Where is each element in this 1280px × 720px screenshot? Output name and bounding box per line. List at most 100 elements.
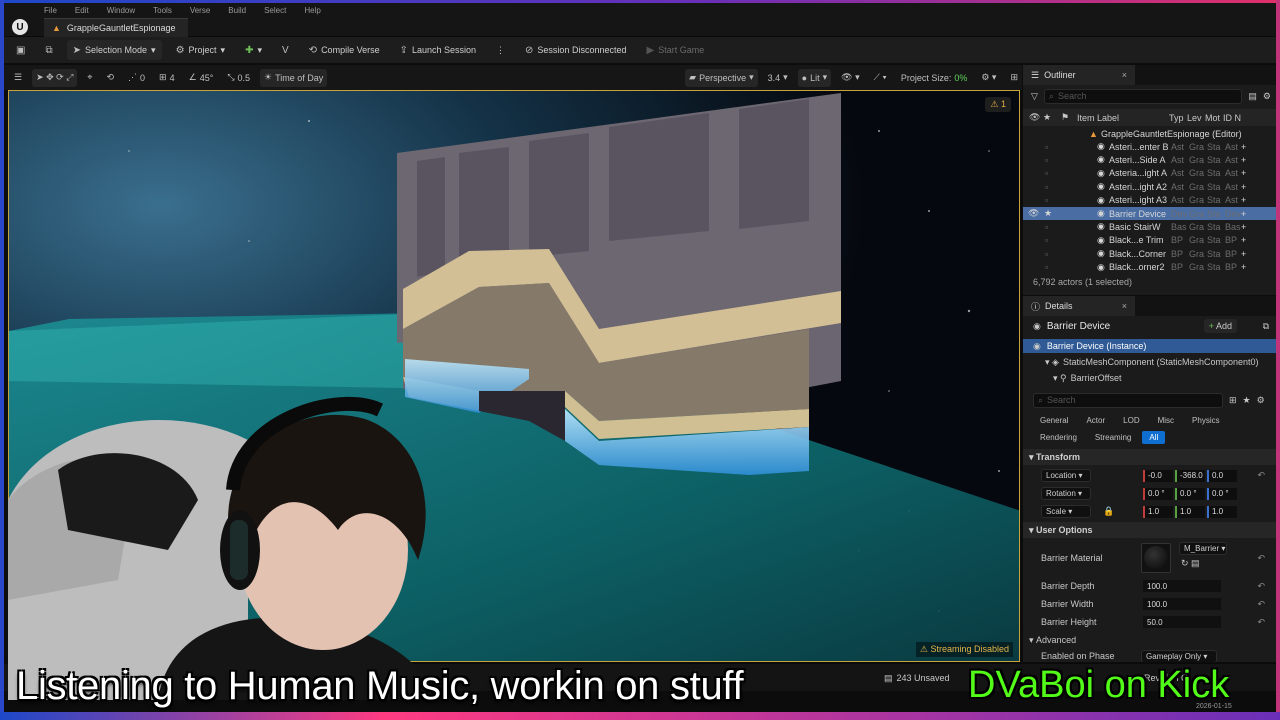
material-thumbnail[interactable] bbox=[1141, 543, 1171, 573]
unsaved-indicator[interactable]: ▤ 243 Unsaved bbox=[884, 673, 950, 684]
menu-help[interactable]: Help bbox=[304, 6, 320, 15]
advanced-section-header[interactable]: ▾ Advanced bbox=[1023, 633, 1276, 647]
angle-snap-button[interactable]: ∠ 45° bbox=[185, 69, 218, 87]
visibility-dot-icon[interactable]: ▫ bbox=[1045, 235, 1048, 245]
barrier-height-input[interactable]: 50.0 bbox=[1143, 616, 1221, 628]
details-tab[interactable]: ⓘ Details × bbox=[1023, 296, 1135, 316]
col-id[interactable]: ID N bbox=[1223, 113, 1241, 123]
component-row[interactable]: ▾ ◈ StaticMeshComponent (StaticMeshCompo… bbox=[1023, 355, 1276, 369]
pin-icon[interactable]: ★ bbox=[1044, 208, 1052, 219]
compile-verse-button[interactable]: ⟲ Compile Verse bbox=[303, 40, 386, 60]
add-icon[interactable]: + bbox=[1241, 155, 1246, 165]
visibility-dot-icon[interactable]: ▫ bbox=[1045, 249, 1048, 259]
outliner-row[interactable]: ▫ ◉ Asteri...ight A2 Ast Gra Sta Ast + bbox=[1023, 180, 1277, 193]
offset-row[interactable]: ▾ ⚲ BarrierOffset bbox=[1023, 371, 1276, 385]
instance-row[interactable]: ◉ Barrier Device (Instance) bbox=[1023, 339, 1276, 353]
outliner-tab[interactable]: ☰ Outliner × bbox=[1023, 65, 1135, 85]
outliner-root-row[interactable]: ▲ GrappleGauntletEspionage (Editor) bbox=[1023, 127, 1277, 140]
outliner-search-input[interactable]: ⌕ Search bbox=[1043, 88, 1243, 104]
reset-arrow-icon[interactable]: ↶ bbox=[1257, 553, 1265, 564]
lit-button[interactable]: ● Lit ▾ bbox=[797, 68, 832, 87]
reset-arrow-icon[interactable]: ↶ bbox=[1257, 470, 1265, 481]
settings-icon[interactable]: ⚙ bbox=[1263, 91, 1271, 102]
category-streaming[interactable]: Streaming bbox=[1088, 431, 1138, 444]
rotation-z[interactable]: 0.0 ° bbox=[1207, 487, 1237, 500]
outliner-row[interactable]: ▫ ◉ Black...e Trim BP Gra Sta BP + bbox=[1023, 234, 1277, 247]
select-tool-button[interactable]: ➤ ✥ ⟳ ⤢ bbox=[32, 68, 78, 87]
menu-build[interactable]: Build bbox=[228, 6, 246, 15]
add-icon[interactable]: + bbox=[1241, 168, 1246, 178]
add-icon[interactable]: + bbox=[1241, 222, 1246, 232]
outliner-row[interactable]: ▫ ◉ Asteria...ight A Ast Gra Sta Ast + bbox=[1023, 167, 1277, 180]
category-all[interactable]: All bbox=[1142, 430, 1166, 444]
outliner-row[interactable]: ▫ ◉ Asteri...enter B Ast Gra Sta Ast + bbox=[1023, 140, 1277, 153]
start-game-button[interactable]: ▶ Start Game bbox=[640, 40, 710, 60]
barrier-width-input[interactable]: 100.0 bbox=[1143, 598, 1221, 610]
visibility-dot-icon[interactable]: ▫ bbox=[1045, 155, 1048, 165]
reset-arrow-icon[interactable]: ↶ bbox=[1257, 617, 1265, 628]
visibility-dot-icon[interactable]: ▫ bbox=[1045, 142, 1048, 152]
close-icon[interactable]: × bbox=[1122, 301, 1127, 311]
blueprint-icon[interactable]: ⧉ bbox=[1263, 321, 1269, 332]
visibility-dot-icon[interactable]: ▫ bbox=[1045, 262, 1048, 272]
add-icon[interactable]: + bbox=[1241, 209, 1246, 219]
category-rendering[interactable]: Rendering bbox=[1033, 431, 1084, 444]
location-z[interactable]: 0.0 bbox=[1207, 469, 1237, 482]
outliner-row[interactable]: ▫ ◉ Black...orner2 BP Gra Sta BP + bbox=[1023, 261, 1277, 274]
location-dropdown[interactable]: Location ▾ bbox=[1041, 469, 1091, 482]
rotation-x[interactable]: 0.0 ° bbox=[1143, 487, 1173, 500]
folder-add-icon[interactable]: ▤ bbox=[1248, 91, 1257, 102]
add-actor-button[interactable]: ✚ ▾ bbox=[239, 40, 268, 60]
camera-speed-button[interactable]: 3.4 ▾ bbox=[764, 69, 792, 87]
outliner-row[interactable]: 👁 ★ ◉ Barrier Device Dev Gra Sta Dev + bbox=[1023, 207, 1277, 220]
selection-mode-button[interactable]: ➤ Selection Mode ▾ bbox=[66, 40, 162, 60]
performance-button[interactable]: ⟋ ▾ bbox=[870, 69, 891, 87]
visibility-icon[interactable]: 👁 bbox=[1029, 112, 1040, 123]
visibility-dot-icon[interactable]: ▫ bbox=[1045, 195, 1048, 205]
save-button[interactable]: ▣ bbox=[10, 40, 31, 60]
more-options-button[interactable]: ⋮ bbox=[490, 40, 511, 60]
settings-icon[interactable]: ⚙ bbox=[1257, 395, 1265, 406]
add-icon[interactable]: + bbox=[1241, 262, 1246, 272]
scale-z[interactable]: 1.0 bbox=[1207, 505, 1237, 518]
add-icon[interactable]: + bbox=[1241, 195, 1246, 205]
browse-icon[interactable]: ↻ ▤ bbox=[1181, 558, 1200, 569]
outliner-row[interactable]: ▫ ◉ Asteri...Side A Ast Gra Sta Ast + bbox=[1023, 153, 1277, 166]
col-level[interactable]: Lev bbox=[1187, 113, 1202, 123]
transform-section-header[interactable]: ▾ Transform bbox=[1023, 449, 1276, 465]
category-actor[interactable]: Actor bbox=[1079, 414, 1112, 427]
viewport-settings-button[interactable]: ⚙ ▾ bbox=[977, 69, 1000, 87]
add-icon[interactable]: + bbox=[1241, 182, 1246, 192]
content-browser-button[interactable]: ⧉ bbox=[39, 40, 58, 60]
outliner-row[interactable]: ▫ ◉ Asteri...ight A3 Ast Gra Sta Ast + bbox=[1023, 194, 1277, 207]
world-local-toggle[interactable]: ⌖ bbox=[83, 69, 96, 87]
reset-arrow-icon[interactable]: ↶ bbox=[1257, 599, 1265, 610]
category-physics[interactable]: Physics bbox=[1185, 414, 1227, 427]
star-icon[interactable]: ★ bbox=[1243, 395, 1251, 406]
perspective-button[interactable]: ▰ Perspective ▾ bbox=[685, 68, 758, 87]
warnings-badge[interactable]: ⚠ 1 bbox=[985, 97, 1011, 112]
add-icon[interactable]: + bbox=[1241, 235, 1246, 245]
details-search-input[interactable]: ⌕ Search bbox=[1033, 392, 1223, 408]
scale-snap-button[interactable]: ⤡ 0.5 bbox=[223, 69, 254, 87]
add-component-button[interactable]: + Add bbox=[1203, 319, 1237, 333]
scale-x[interactable]: 1.0 bbox=[1143, 505, 1173, 518]
menu-select[interactable]: Select bbox=[264, 6, 286, 15]
surface-snap-button[interactable]: ⟲ bbox=[102, 69, 118, 87]
barrier-material-dropdown[interactable]: M_Barrier ▾ bbox=[1179, 542, 1227, 555]
viewport-menu-button[interactable]: ☰ bbox=[10, 69, 26, 87]
category-general[interactable]: General bbox=[1033, 414, 1075, 427]
rotation-y[interactable]: 0.0 ° bbox=[1175, 487, 1205, 500]
project-tab[interactable]: ▲ GrappleGauntletEspionage bbox=[44, 18, 188, 37]
col-type[interactable]: Typ bbox=[1169, 113, 1184, 123]
lock-icon[interactable]: ⚑ bbox=[1061, 112, 1069, 123]
verse-button[interactable]: V bbox=[276, 40, 295, 60]
rotation-dropdown[interactable]: Rotation ▾ bbox=[1041, 487, 1091, 500]
visibility-dot-icon[interactable]: ▫ bbox=[1045, 182, 1048, 192]
add-icon[interactable]: + bbox=[1241, 142, 1246, 152]
menu-verse[interactable]: Verse bbox=[190, 6, 210, 15]
menu-file[interactable]: File bbox=[44, 6, 57, 15]
launch-session-button[interactable]: ⇪ Launch Session bbox=[394, 40, 482, 60]
barrier-depth-input[interactable]: 100.0 bbox=[1143, 580, 1221, 592]
scale-dropdown[interactable]: Scale ▾ bbox=[1041, 505, 1091, 518]
